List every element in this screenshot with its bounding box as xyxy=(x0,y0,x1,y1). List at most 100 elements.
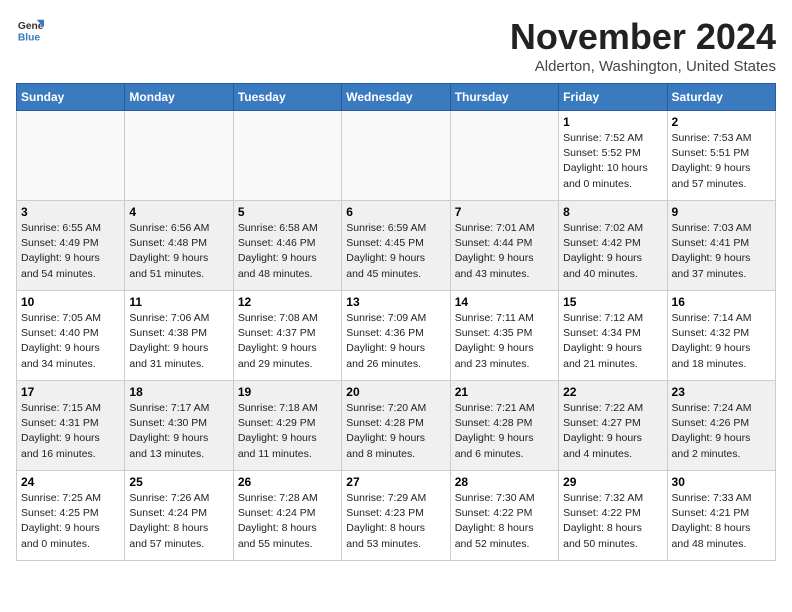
day-number: 5 xyxy=(238,205,337,219)
calendar-cell xyxy=(450,111,558,201)
day-info: Sunrise: 7:53 AMSunset: 5:51 PMDaylight:… xyxy=(672,131,771,192)
day-number: 29 xyxy=(563,475,662,489)
calendar-cell: 20 Sunrise: 7:20 AMSunset: 4:28 PMDayligh… xyxy=(342,381,450,471)
month-title: November 2024 xyxy=(510,16,776,58)
day-number: 12 xyxy=(238,295,337,309)
day-info: Sunrise: 7:09 AMSunset: 4:36 PMDaylight:… xyxy=(346,311,445,372)
calendar-cell: 6 Sunrise: 6:59 AMSunset: 4:45 PMDaylight… xyxy=(342,201,450,291)
day-info: Sunrise: 7:33 AMSunset: 4:21 PMDaylight:… xyxy=(672,491,771,552)
calendar-week-row: 17Sunrise: 7:15 AMSunset: 4:31 PMDayligh… xyxy=(17,381,776,471)
calendar-cell: 15 Sunrise: 7:12 AMSunset: 4:34 PMDayligh… xyxy=(559,291,667,381)
day-number: 26 xyxy=(238,475,337,489)
calendar-cell: 1Sunrise: 7:52 AMSunset: 5:52 PMDaylight… xyxy=(559,111,667,201)
calendar-cell: 26 Sunrise: 7:28 AMSunset: 4:24 PMDayligh… xyxy=(233,471,341,561)
calendar-cell: 13 Sunrise: 7:09 AMSunset: 4:36 PMDayligh… xyxy=(342,291,450,381)
location-subtitle: Alderton, Washington, United States xyxy=(510,58,776,75)
day-number: 19 xyxy=(238,385,337,399)
calendar-cell: 12 Sunrise: 7:08 AMSunset: 4:37 PMDayligh… xyxy=(233,291,341,381)
calendar-cell: 30 Sunrise: 7:33 AMSunset: 4:21 PMDayligh… xyxy=(667,471,775,561)
calendar-week-row: 3 Sunrise: 6:55 AMSunset: 4:49 PMDaylight… xyxy=(17,201,776,291)
calendar-cell: 21 Sunrise: 7:21 AMSunset: 4:28 PMDayligh… xyxy=(450,381,558,471)
calendar-cell: 11Sunrise: 7:06 AMSunset: 4:38 PMDayligh… xyxy=(125,291,233,381)
weekday-header-monday: Monday xyxy=(125,84,233,111)
day-number: 13 xyxy=(346,295,445,309)
day-number: 6 xyxy=(346,205,445,219)
day-info: Sunrise: 7:08 AMSunset: 4:37 PMDaylight:… xyxy=(238,311,337,372)
day-info: Sunrise: 7:52 AMSunset: 5:52 PMDaylight:… xyxy=(563,131,662,192)
day-info: Sunrise: 7:03 AMSunset: 4:41 PMDaylight:… xyxy=(672,221,771,282)
day-number: 20 xyxy=(346,385,445,399)
day-number: 7 xyxy=(455,205,554,219)
day-number: 22 xyxy=(563,385,662,399)
calendar-cell: 3 Sunrise: 6:55 AMSunset: 4:49 PMDaylight… xyxy=(17,201,125,291)
day-number: 17 xyxy=(21,385,120,399)
weekday-header-saturday: Saturday xyxy=(667,84,775,111)
day-info: Sunrise: 7:22 AMSunset: 4:27 PMDaylight:… xyxy=(563,401,662,462)
day-info: Sunrise: 7:18 AMSunset: 4:29 PMDaylight:… xyxy=(238,401,337,462)
day-info: Sunrise: 6:56 AMSunset: 4:48 PMDaylight:… xyxy=(129,221,228,282)
day-number: 21 xyxy=(455,385,554,399)
calendar-cell: 28 Sunrise: 7:30 AMSunset: 4:22 PMDayligh… xyxy=(450,471,558,561)
day-number: 18 xyxy=(129,385,228,399)
logo-icon: General Blue xyxy=(16,16,44,44)
day-number: 15 xyxy=(563,295,662,309)
calendar-cell: 17Sunrise: 7:15 AMSunset: 4:31 PMDayligh… xyxy=(17,381,125,471)
day-number: 28 xyxy=(455,475,554,489)
calendar-cell xyxy=(125,111,233,201)
day-info: Sunrise: 7:11 AMSunset: 4:35 PMDaylight:… xyxy=(455,311,554,372)
day-info: Sunrise: 7:14 AMSunset: 4:32 PMDaylight:… xyxy=(672,311,771,372)
title-area: November 2024 Alderton, Washington, Unit… xyxy=(510,16,776,75)
weekday-header-sunday: Sunday xyxy=(17,84,125,111)
day-number: 10 xyxy=(21,295,120,309)
weekday-header-friday: Friday xyxy=(559,84,667,111)
calendar-cell xyxy=(342,111,450,201)
day-info: Sunrise: 7:17 AMSunset: 4:30 PMDaylight:… xyxy=(129,401,228,462)
calendar-cell: 27 Sunrise: 7:29 AMSunset: 4:23 PMDayligh… xyxy=(342,471,450,561)
day-number: 11 xyxy=(129,295,228,309)
day-info: Sunrise: 7:29 AMSunset: 4:23 PMDaylight:… xyxy=(346,491,445,552)
day-info: Sunrise: 7:28 AMSunset: 4:24 PMDaylight:… xyxy=(238,491,337,552)
day-info: Sunrise: 7:20 AMSunset: 4:28 PMDaylight:… xyxy=(346,401,445,462)
calendar-table: SundayMondayTuesdayWednesdayThursdayFrid… xyxy=(16,83,776,561)
day-info: Sunrise: 7:25 AMSunset: 4:25 PMDaylight:… xyxy=(21,491,120,552)
page-header: General Blue November 2024 Alderton, Was… xyxy=(16,16,776,75)
day-info: Sunrise: 7:02 AMSunset: 4:42 PMDaylight:… xyxy=(563,221,662,282)
day-info: Sunrise: 7:21 AMSunset: 4:28 PMDaylight:… xyxy=(455,401,554,462)
day-info: Sunrise: 7:01 AMSunset: 4:44 PMDaylight:… xyxy=(455,221,554,282)
day-info: Sunrise: 7:26 AMSunset: 4:24 PMDaylight:… xyxy=(129,491,228,552)
day-number: 30 xyxy=(672,475,771,489)
day-info: Sunrise: 7:12 AMSunset: 4:34 PMDaylight:… xyxy=(563,311,662,372)
weekday-header-wednesday: Wednesday xyxy=(342,84,450,111)
calendar-cell: 16Sunrise: 7:14 AMSunset: 4:32 PMDayligh… xyxy=(667,291,775,381)
calendar-cell: 24 Sunrise: 7:25 AMSunset: 4:25 PMDayligh… xyxy=(17,471,125,561)
day-info: Sunrise: 7:32 AMSunset: 4:22 PMDaylight:… xyxy=(563,491,662,552)
day-number: 9 xyxy=(672,205,771,219)
calendar-cell: 4 Sunrise: 6:56 AMSunset: 4:48 PMDaylight… xyxy=(125,201,233,291)
day-number: 24 xyxy=(21,475,120,489)
calendar-week-row: 1Sunrise: 7:52 AMSunset: 5:52 PMDaylight… xyxy=(17,111,776,201)
calendar-cell: 14 Sunrise: 7:11 AMSunset: 4:35 PMDayligh… xyxy=(450,291,558,381)
calendar-cell: 5 Sunrise: 6:58 AMSunset: 4:46 PMDaylight… xyxy=(233,201,341,291)
day-number: 27 xyxy=(346,475,445,489)
calendar-cell: 22 Sunrise: 7:22 AMSunset: 4:27 PMDayligh… xyxy=(559,381,667,471)
day-info: Sunrise: 6:58 AMSunset: 4:46 PMDaylight:… xyxy=(238,221,337,282)
day-number: 8 xyxy=(563,205,662,219)
calendar-cell xyxy=(17,111,125,201)
calendar-cell: 2Sunrise: 7:53 AMSunset: 5:51 PMDaylight… xyxy=(667,111,775,201)
day-number: 25 xyxy=(129,475,228,489)
weekday-header-row: SundayMondayTuesdayWednesdayThursdayFrid… xyxy=(17,84,776,111)
day-number: 14 xyxy=(455,295,554,309)
day-info: Sunrise: 7:30 AMSunset: 4:22 PMDaylight:… xyxy=(455,491,554,552)
day-info: Sunrise: 6:55 AMSunset: 4:49 PMDaylight:… xyxy=(21,221,120,282)
calendar-week-row: 24 Sunrise: 7:25 AMSunset: 4:25 PMDayligh… xyxy=(17,471,776,561)
weekday-header-thursday: Thursday xyxy=(450,84,558,111)
calendar-week-row: 10Sunrise: 7:05 AMSunset: 4:40 PMDayligh… xyxy=(17,291,776,381)
calendar-cell: 18 Sunrise: 7:17 AMSunset: 4:30 PMDayligh… xyxy=(125,381,233,471)
day-number: 4 xyxy=(129,205,228,219)
weekday-header-tuesday: Tuesday xyxy=(233,84,341,111)
calendar-cell: 23Sunrise: 7:24 AMSunset: 4:26 PMDayligh… xyxy=(667,381,775,471)
day-number: 3 xyxy=(21,205,120,219)
day-info: Sunrise: 6:59 AMSunset: 4:45 PMDaylight:… xyxy=(346,221,445,282)
calendar-cell: 10Sunrise: 7:05 AMSunset: 4:40 PMDayligh… xyxy=(17,291,125,381)
svg-text:Blue: Blue xyxy=(18,32,41,43)
